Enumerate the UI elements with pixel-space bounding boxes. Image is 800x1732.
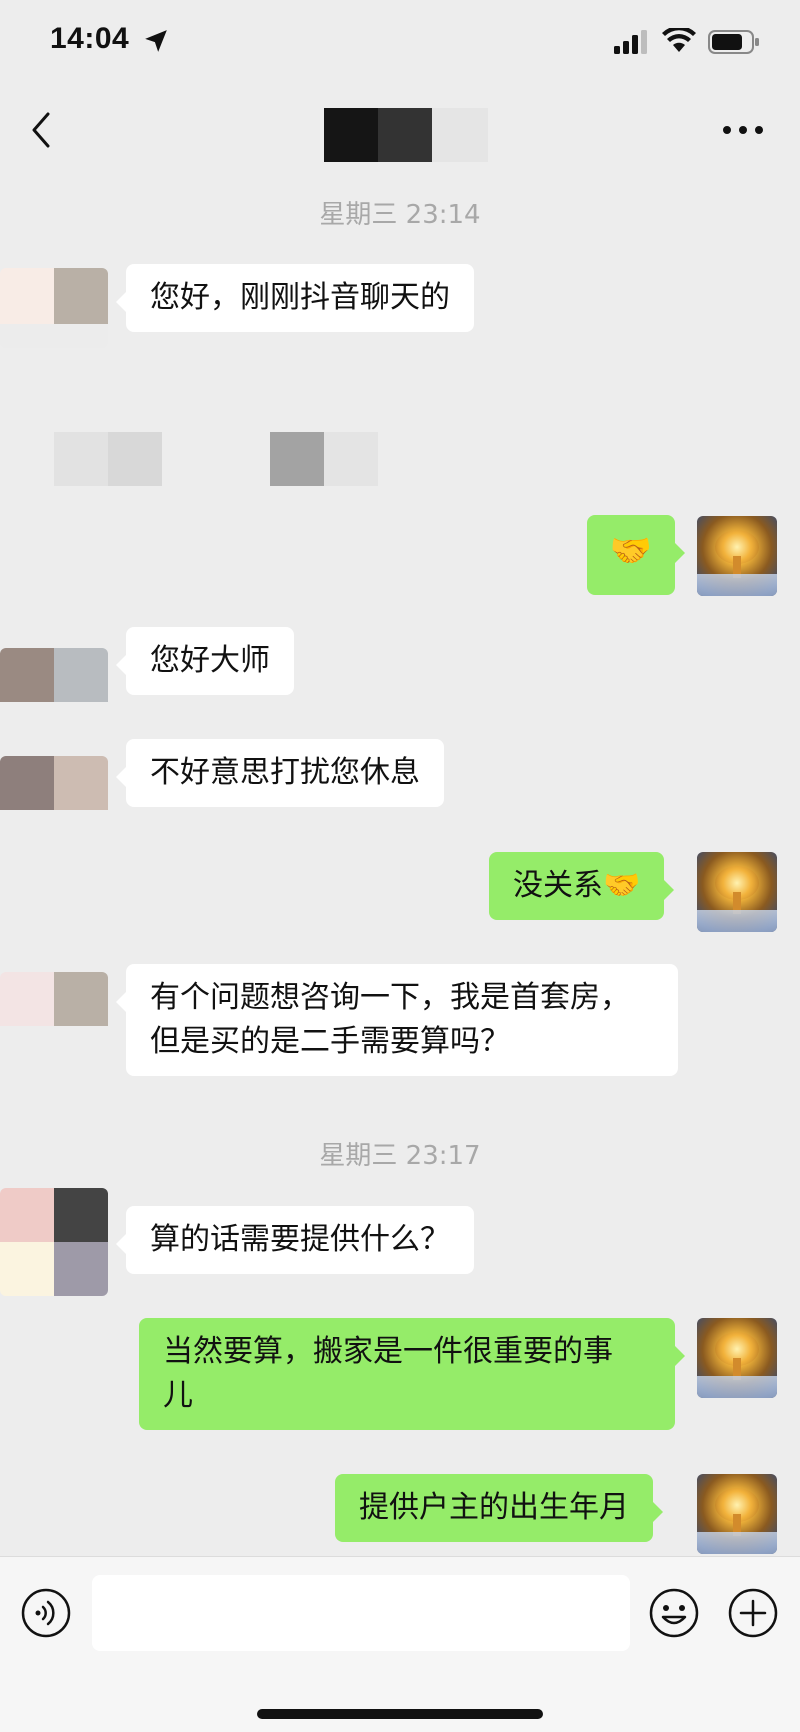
status-bar: 14:04 — [0, 0, 800, 90]
message-bubble-incoming: 不好意思打扰您休息 — [116, 739, 444, 807]
timestamp: 星期三 23:17 — [319, 1141, 481, 1171]
redacted-content — [108, 432, 162, 486]
chat-header — [0, 90, 800, 190]
message-line: 当然要算，搬家是一件很重要的事 — [163, 1334, 613, 1369]
message-bubble-outgoing: 提供户主的出生年月 — [335, 1474, 663, 1542]
home-indicator — [257, 1709, 543, 1719]
message-line: 但是买的是二手需要算吗？ — [150, 1024, 510, 1059]
wifi-icon — [662, 28, 696, 52]
timestamp: 星期三 23:14 — [319, 200, 481, 230]
contact-avatar — [0, 1188, 108, 1296]
self-avatar — [697, 516, 777, 596]
message-line: 有个问题想咨询一下，我是首套房， — [150, 980, 630, 1015]
emoji-icon[interactable] — [648, 1587, 700, 1639]
plus-icon[interactable] — [727, 1587, 779, 1639]
message-input-bar — [0, 1556, 800, 1732]
contact-avatar — [0, 972, 108, 1052]
location-arrow-icon — [145, 30, 167, 52]
self-avatar — [697, 1318, 777, 1398]
contact-avatar — [0, 648, 108, 728]
message-input[interactable] — [92, 1575, 630, 1651]
voice-icon[interactable] — [20, 1587, 72, 1639]
redacted-content — [270, 432, 324, 486]
signal-icon — [614, 30, 647, 54]
message-line: 儿 — [163, 1378, 193, 1413]
contact-avatar — [0, 268, 108, 348]
status-time: 14:04 — [50, 22, 130, 55]
message-bubble-incoming: 您好，刚刚抖音聊天的 — [116, 264, 474, 332]
self-avatar — [697, 1474, 777, 1554]
chevron-left-icon[interactable] — [26, 108, 58, 152]
ellipsis-icon[interactable] — [720, 118, 766, 142]
message-bubble-outgoing: 🤝 — [587, 515, 685, 595]
message-bubble-incoming: 算的话需要提供什么？ — [116, 1206, 474, 1274]
self-avatar — [697, 852, 777, 932]
message-bubble-outgoing: 没关系🤝 — [489, 852, 675, 920]
contact-avatar — [0, 756, 108, 836]
battery-icon — [708, 30, 759, 54]
redacted-content — [324, 432, 378, 486]
message-bubble-outgoing: 当然要算，搬家是一件很重要的事 儿 — [139, 1318, 685, 1430]
redacted-contact-name — [324, 108, 488, 162]
message-bubble-incoming: 您好大师 — [116, 627, 294, 695]
message-bubble-incoming: 有个问题想咨询一下，我是首套房， 但是买的是二手需要算吗？ — [116, 964, 678, 1076]
